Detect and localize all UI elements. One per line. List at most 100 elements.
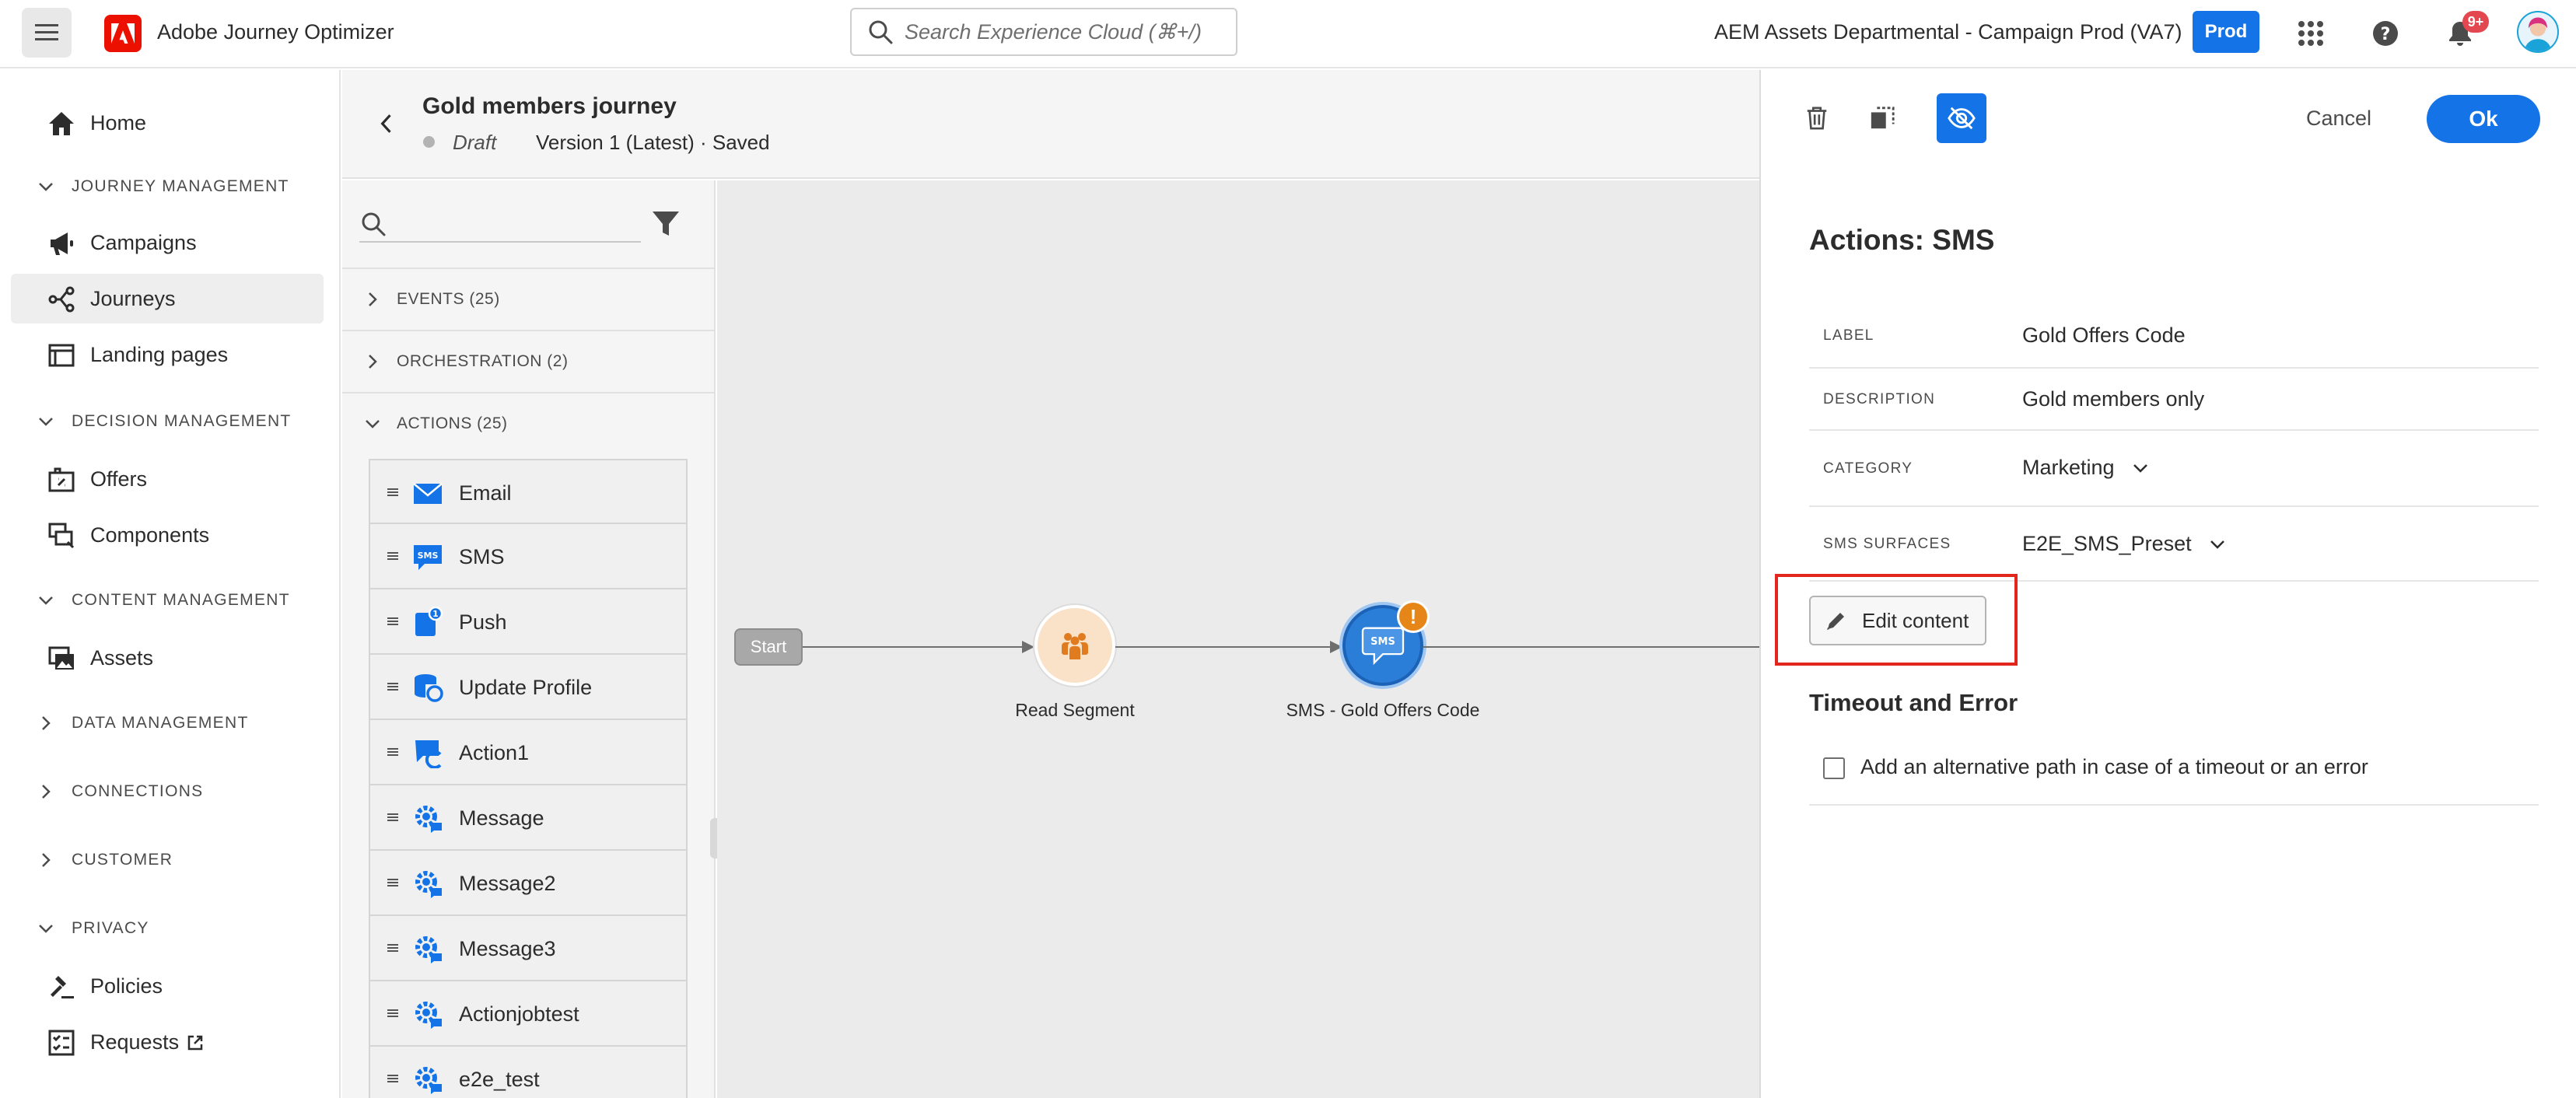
action-item-actionjobtest[interactable]: Actionjobtest [369,981,688,1047]
nav-item-campaigns[interactable]: Campaigns [11,218,324,268]
action-label: Push [459,610,507,634]
connector-line [1423,646,1759,648]
user-avatar[interactable] [2517,11,2559,53]
home-icon [47,109,76,138]
nav-item-policies[interactable]: Policies [11,961,324,1011]
nav-label: Assets [90,646,154,670]
back-arrow-icon[interactable] [373,110,400,137]
nav-section-decision-management[interactable]: DECISION MANAGEMENT [37,412,292,431]
help-icon[interactable]: ? [2366,14,2405,53]
nav-section-label: PRIVACY [72,919,149,937]
nav-section-journey-management[interactable]: JOURNEY MANAGEMENT [37,177,289,196]
cancel-button[interactable]: Cancel [2292,96,2385,140]
action-label: Email [459,481,512,505]
action-item-e2e-test[interactable]: e2e_test [369,1047,688,1098]
nav-item-landing-pages[interactable]: Landing pages [11,330,324,379]
drag-grip-icon [387,683,398,691]
drag-grip-icon [387,488,398,496]
chevron-down-icon [39,183,53,191]
action-item-sms[interactable]: SMS SMS [369,524,688,589]
components-icon [47,521,76,551]
read-segment-node[interactable] [1034,605,1115,686]
sms-surface-dropdown[interactable]: E2E_SMS_Preset [2022,532,2226,556]
nav-item-journeys[interactable]: Journeys [11,274,324,323]
drag-grip-icon [387,617,398,625]
start-node[interactable]: Start [734,628,803,666]
chevron-right-icon [42,853,51,867]
delete-trash-icon[interactable] [1792,93,1842,143]
landing-page-icon [47,341,76,370]
action-item-message3[interactable]: Message3 [369,916,688,981]
apps-grid-icon[interactable] [2291,14,2330,53]
action-item-message2[interactable]: Message2 [369,851,688,916]
nav-item-home[interactable]: Home [11,98,324,148]
nav-section-content-management[interactable]: CONTENT MANAGEMENT [37,591,290,610]
palette-category-orchestration[interactable]: ORCHESTRATION (2) [342,330,714,392]
timeout-checkbox-label[interactable]: Add an alternative path in case of a tim… [1860,755,2368,779]
action-item-action1[interactable]: Action1 [369,720,688,785]
svg-text:SMS: SMS [418,551,439,561]
journey-icon [47,285,76,314]
nav-section-customer[interactable]: CUSTOMER [37,851,173,869]
timeout-checkbox[interactable] [1823,757,1845,779]
visibility-off-icon[interactable] [1937,93,1986,143]
property-key: SMS SURFACES [1823,536,1951,552]
push-notification-icon: 1 [412,607,443,638]
nav-item-requests[interactable]: Requests [11,1017,324,1067]
action-item-email[interactable]: Email [369,459,688,524]
nav-item-assets[interactable]: Assets [11,633,324,683]
duplicate-icon[interactable] [1857,93,1907,143]
property-description-row: DESCRIPTION Gold members only [1809,369,2539,431]
megaphone-icon [47,229,76,258]
palette-category-label: EVENTS (25) [397,290,500,308]
category-value: Marketing [2022,456,2115,479]
nav-section-privacy[interactable]: PRIVACY [37,919,149,938]
palette-category-events[interactable]: EVENTS (25) [342,268,714,330]
ok-button[interactable]: Ok [2427,95,2540,143]
nav-label: Landing pages [90,343,229,366]
menu-icon[interactable] [22,8,72,58]
timeout-section-title: Timeout and Error [1809,689,2018,716]
search-input[interactable] [905,19,1216,44]
org-switcher[interactable]: AEM Assets Departmental - Campaign [1714,20,2074,44]
edit-content-button[interactable]: Edit content [1809,596,1986,645]
palette-category-actions[interactable]: ACTIONS (25) [342,392,714,454]
action-item-update-profile[interactable]: Update Profile [369,655,688,720]
nav-label: Offers [90,467,148,491]
nav-section-data-management[interactable]: DATA MANAGEMENT [37,714,249,733]
nav-section-connections[interactable]: CONNECTIONS [37,782,203,801]
drag-grip-icon [387,748,398,756]
warning-icon[interactable]: ! [1397,600,1430,633]
app-name[interactable]: Adobe Journey Optimizer [157,20,394,44]
action-label: Actionjobtest [459,1002,579,1026]
left-navigation: Home JOURNEY MANAGEMENT Campaigns Journe… [0,70,341,1098]
palette-search[interactable] [359,204,641,243]
action-item-message[interactable]: Message [369,785,688,851]
connector-line [803,646,1022,648]
sms-bubble-icon: SMS [1361,627,1405,666]
filter-icon[interactable] [650,208,681,240]
nav-item-offers[interactable]: Offers [11,454,324,504]
adobe-logo-icon[interactable] [104,15,142,52]
sms-node-text: SMS [1370,636,1395,648]
action-item-push[interactable]: 1 Push [369,589,688,655]
nav-item-components[interactable]: Components [11,510,324,560]
nav-section-label: JOURNEY MANAGEMENT [72,177,289,195]
environment-badge[interactable]: Prod [2193,11,2259,53]
chevron-down-icon [2210,540,2224,549]
drag-grip-icon [387,552,398,560]
gear-message-icon [412,933,443,964]
arrow-head-icon [1330,641,1342,653]
action-label: Action1 [459,741,530,764]
property-key: CATEGORY [1823,460,1913,477]
nav-label: Requests [90,1030,180,1054]
journey-canvas[interactable] [717,180,1759,1098]
search-box[interactable] [850,8,1237,56]
journey-version[interactable]: Version 1 (Latest) · Saved [536,131,770,155]
category-dropdown[interactable]: Marketing [2022,456,2149,480]
label-field[interactable]: Gold Offers Code [2022,323,2186,348]
drag-grip-icon [387,944,398,952]
description-field[interactable]: Gold members only [2022,387,2204,411]
gavel-icon [47,972,76,1002]
sandbox-switcher[interactable]: Prod (VA7) [2080,20,2182,44]
